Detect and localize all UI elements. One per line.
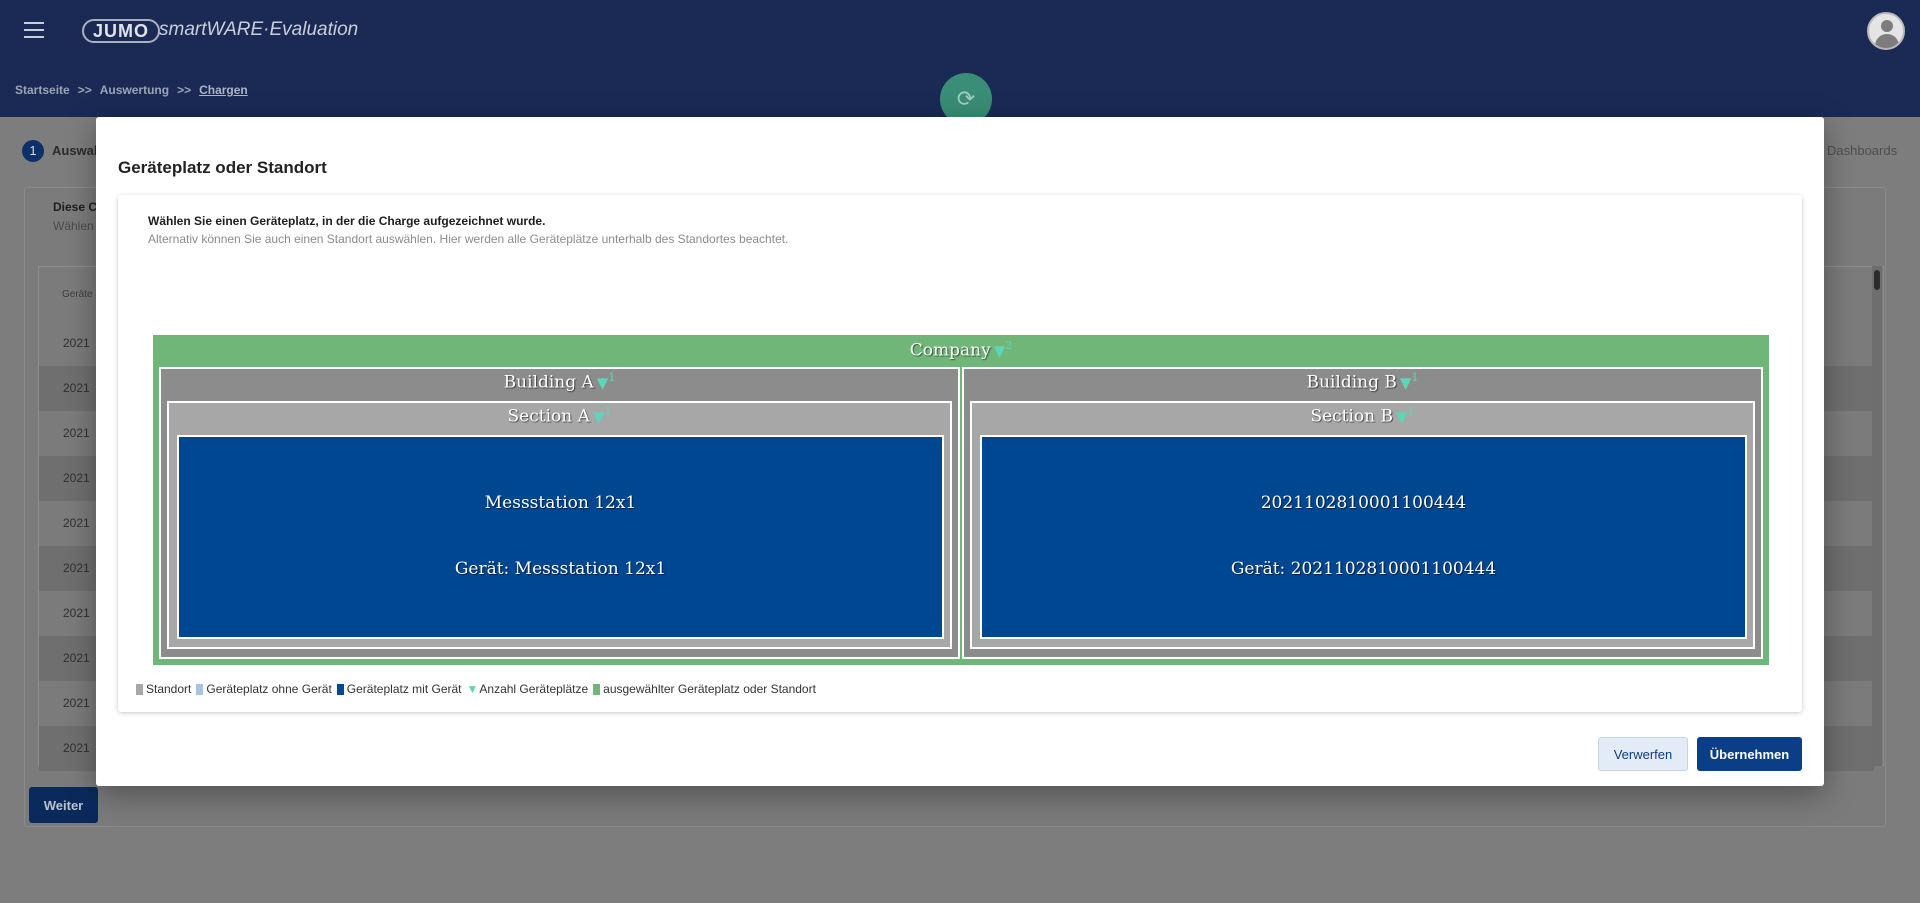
- legend-item-mit-geraet: Geräteplatz mit Gerät: [336, 682, 462, 696]
- breadcrumb-item-chargen[interactable]: Chargen: [199, 83, 248, 97]
- table-cell: 2021: [63, 426, 90, 440]
- count-triangle-icon: ▼: [466, 682, 479, 696]
- treemap-building-b[interactable]: Building B ▼1 Section B ▼1 202110281000110…: [962, 367, 1763, 659]
- legend-swatch: [336, 683, 344, 695]
- section-a-count: 1: [604, 405, 612, 418]
- background-card-title: Diese C: [53, 200, 98, 214]
- discard-button[interactable]: Verwerfen: [1598, 737, 1688, 771]
- device-a-name: Messstation 12x1: [484, 493, 637, 513]
- count-triangle-icon: ▼: [596, 373, 609, 392]
- dialog-content-card: Wählen Sie einen Geräteplatz, in der die…: [118, 195, 1802, 712]
- table-cell: 2021: [63, 696, 90, 710]
- dashboards-link[interactable]: Dashboards: [1827, 143, 1897, 158]
- company-label: Company: [909, 340, 991, 361]
- breadcrumb-item-startseite[interactable]: Startseite: [15, 83, 70, 97]
- section-b-count: 1: [1407, 405, 1415, 418]
- count-triangle-icon: ▼: [1396, 407, 1408, 426]
- building-a-title: Building A ▼1: [161, 371, 958, 393]
- step-indicator: 1: [22, 140, 44, 162]
- dialog-title: Geräteplatz oder Standort: [118, 158, 327, 177]
- breadcrumb-separator: >>: [177, 83, 192, 97]
- building-b-label: Building B: [1306, 372, 1397, 393]
- table-cell: 2021: [63, 381, 90, 395]
- building-a-count: 1: [608, 371, 616, 384]
- dialog-hint: Alternativ können Sie auch einen Standor…: [148, 232, 789, 246]
- table-cell: 2021: [63, 516, 90, 530]
- legend-item-ausgewaehlt: ausgewählter Geräteplatz oder Standort: [593, 682, 816, 696]
- table-header: Geräte: [62, 289, 93, 300]
- treemap-device-a[interactable]: Messstation 12x1 Gerät: Messstation 12x1: [177, 435, 944, 639]
- table-cell: 2021: [63, 336, 90, 350]
- company-title: Company ▼2: [153, 339, 1769, 361]
- building-b-count: 1: [1411, 371, 1419, 384]
- device-a-label: Gerät: Messstation 12x1: [454, 559, 667, 579]
- hamburger-icon[interactable]: [24, 22, 44, 38]
- section-b-label: Section B: [1310, 406, 1394, 427]
- breadcrumb-item-auswertung[interactable]: Auswertung: [100, 83, 169, 97]
- treemap-device-b[interactable]: 2021102810001100444 Gerät: 2021102810001…: [980, 435, 1747, 639]
- treemap-section-a[interactable]: Section A ▼1 Messstation 12x1 Gerät: Mess…: [167, 401, 952, 649]
- table-cell: 2021: [63, 606, 90, 620]
- legend-swatch: [196, 683, 204, 695]
- legend-item-ohne-geraet: Geräteplatz ohne Gerät: [196, 682, 332, 696]
- table-cell: 2021: [63, 561, 90, 575]
- location-dialog: Geräteplatz oder Standort Wählen Sie ein…: [96, 117, 1824, 786]
- legend-swatch: [136, 683, 143, 695]
- device-b-name: 2021102810001100444: [1260, 493, 1467, 513]
- treemap-company[interactable]: Company ▼2 Building A ▼1 Section A ▼1 Messs…: [153, 335, 1769, 665]
- apply-button[interactable]: Übernehmen: [1697, 737, 1802, 771]
- app-title: smartWARE·Evaluation: [159, 19, 359, 40]
- table-cell: 2021: [63, 651, 90, 665]
- treemap-building-a[interactable]: Building A ▼1 Section A ▼1 Messstation 12x…: [159, 367, 960, 659]
- jumo-logo: JUMO: [82, 19, 161, 43]
- section-a-label: Section A: [507, 406, 590, 427]
- section-a-title: Section A ▼1: [169, 405, 950, 427]
- building-b-title: Building B ▼1: [964, 371, 1761, 393]
- dialog-instruction: Wählen Sie einen Geräteplatz, in der die…: [148, 214, 546, 228]
- table-cell: 2021: [63, 471, 90, 485]
- legend-item-anzahl: ▼ Anzahl Geräteplätze: [466, 682, 589, 696]
- legend-item-standort: Standort: [136, 682, 191, 696]
- company-count: 2: [1005, 339, 1013, 352]
- section-b-title: Section B ▼1: [972, 405, 1753, 427]
- breadcrumb-separator: >>: [77, 83, 92, 97]
- user-avatar-icon[interactable]: [1867, 12, 1905, 50]
- table-cell: 2021: [63, 741, 90, 755]
- legend-swatch: [593, 683, 601, 695]
- count-triangle-icon: ▼: [993, 341, 1006, 360]
- building-a-label: Building A: [503, 372, 594, 393]
- count-triangle-icon: ▼: [592, 407, 605, 426]
- background-card-subtitle: Wählen: [53, 219, 94, 233]
- treemap-section-b[interactable]: Section B ▼1 2021102810001100444 Gerät: 2…: [970, 401, 1755, 649]
- count-triangle-icon: ▼: [1399, 373, 1412, 392]
- weiter-button[interactable]: Weiter: [29, 787, 98, 823]
- table-scrollbar-thumb[interactable]: [1874, 270, 1880, 290]
- breadcrumb: Startseite >> Auswertung >> Chargen: [15, 83, 248, 97]
- table-scrollbar[interactable]: [1872, 266, 1882, 766]
- device-b-label: Gerät: 2021102810001100444: [1230, 559, 1497, 579]
- treemap-legend: Standort Geräteplatz ohne Gerät Gerätepl…: [136, 682, 821, 696]
